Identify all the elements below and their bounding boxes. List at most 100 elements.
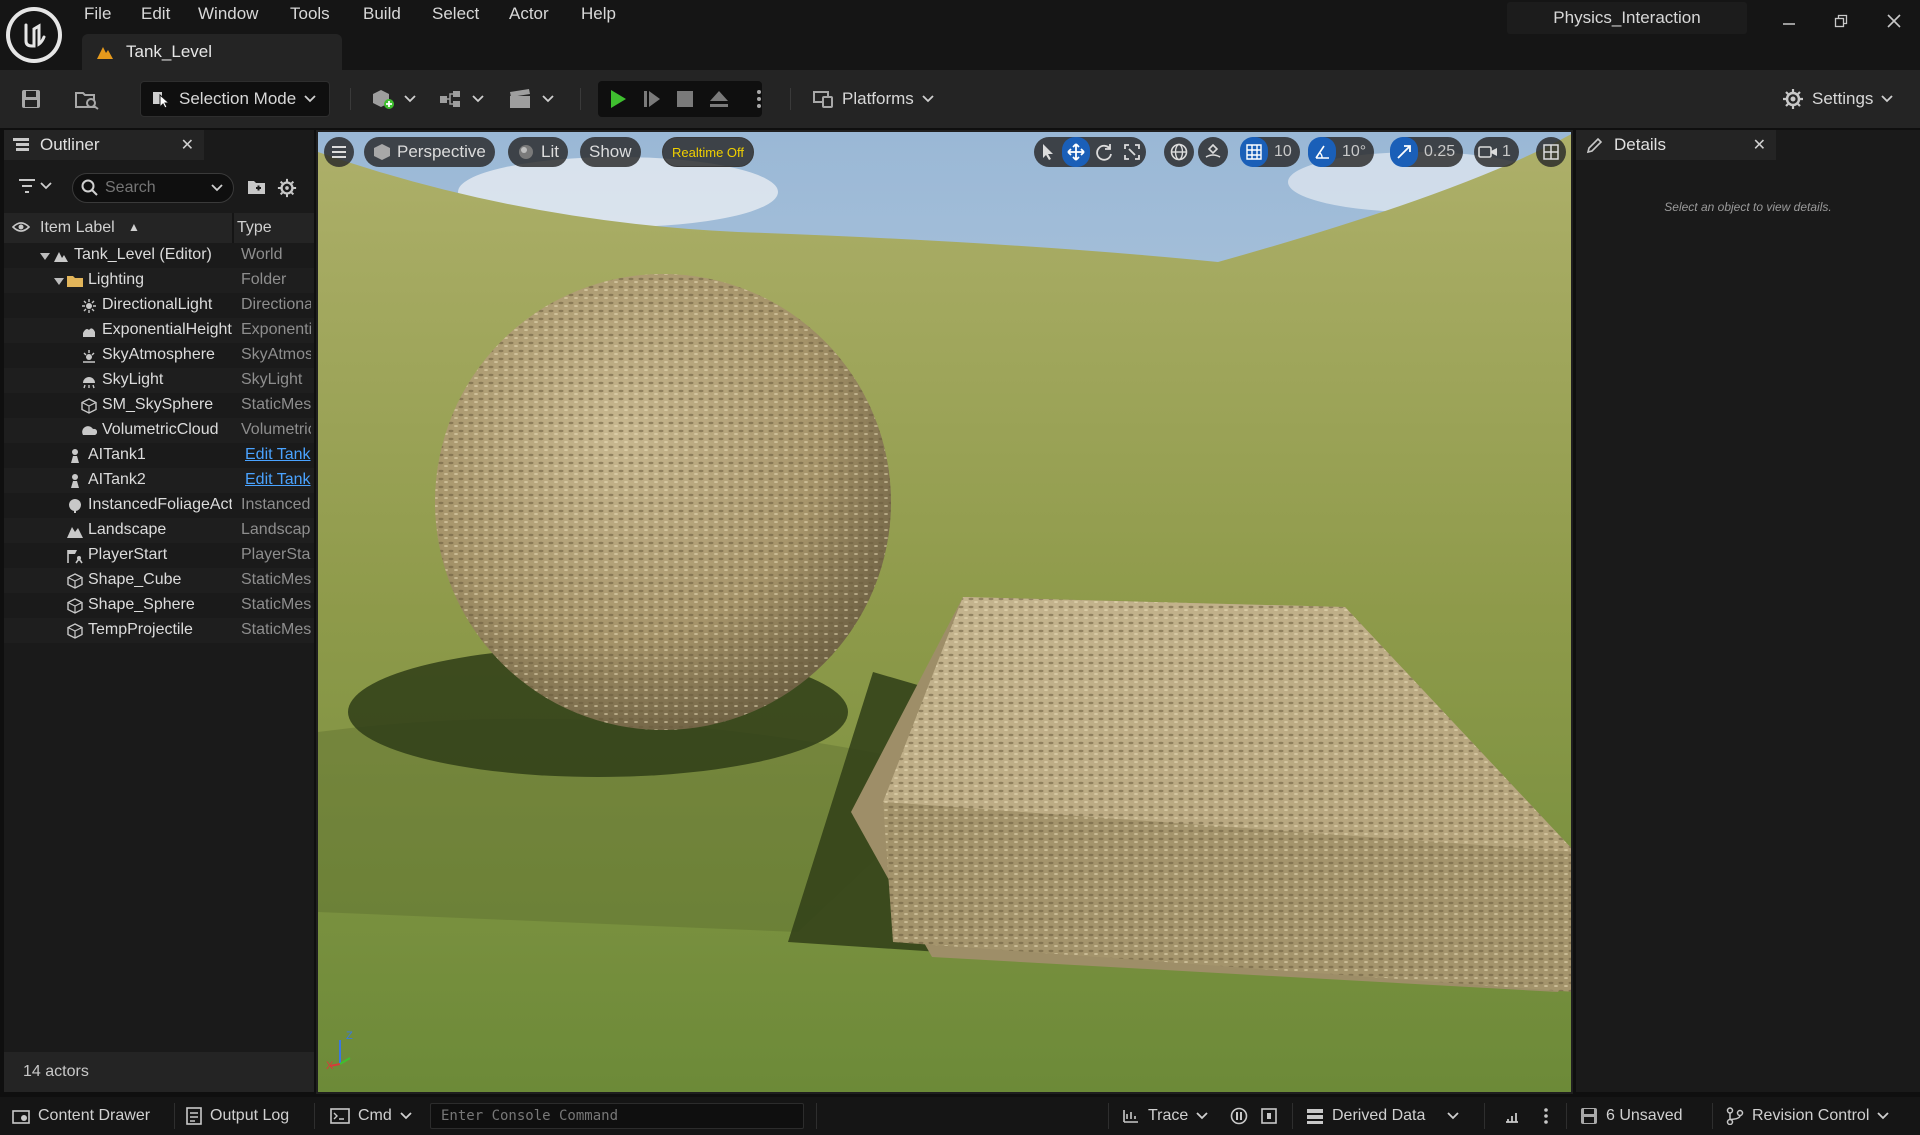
platforms-label: Platforms [842,89,914,108]
filter-icon[interactable] [18,178,52,194]
menu-actor[interactable]: Actor [509,4,549,28]
outliner-row[interactable]: Lighting Folder [4,268,314,293]
outliner-item-label: SM_SkySphere [102,396,214,413]
outliner-row[interactable]: PlayerStart PlayerStart [4,543,314,568]
rotate-icon[interactable] [1090,137,1118,167]
pawn-icon [66,472,84,490]
pawn-icon [66,447,84,465]
scale-snap-control[interactable]: 0.25 [1390,137,1464,167]
outliner-row[interactable]: SkyLight SkyLight [4,368,314,393]
world-local-icon[interactable] [1164,137,1194,167]
translate-icon[interactable] [1062,137,1090,167]
perspective-button[interactable]: Perspective [364,137,495,167]
outliner-row[interactable]: AITank1 Edit Tank [4,443,314,468]
select-arrow-icon[interactable] [1034,137,1062,167]
advance-frame-icon[interactable] [642,88,662,110]
outliner-row[interactable]: AITank2 Edit Tank [4,468,314,493]
revision-control-dropdown[interactable]: Revision Control [1726,1097,1890,1135]
scale-snap-icon[interactable] [1390,137,1418,167]
show-button[interactable]: Show [580,137,641,167]
trace-dropdown[interactable]: Trace [1122,1097,1208,1135]
play-icon[interactable] [608,88,628,110]
scale-icon[interactable] [1118,137,1146,167]
platforms-button[interactable]: Platforms [812,81,934,117]
realtime-label: Realtime Off [672,144,745,160]
viewport-layout-icon[interactable] [1536,137,1566,167]
add-actor-button[interactable] [370,81,416,117]
outliner-row[interactable]: Tank_Level (Editor) World [4,243,314,268]
gear-icon[interactable] [277,178,297,198]
restore-icon[interactable] [1826,8,1856,34]
grid-snap-control[interactable]: 10 [1240,137,1300,167]
blueprint-button[interactable] [438,81,484,117]
rotation-snap-control[interactable]: 10° [1308,137,1375,167]
level-tab[interactable]: Tank_Level [82,34,342,70]
column-item-label[interactable]: Item Label [40,219,115,237]
outliner-row[interactable]: Landscape Landscape [4,518,314,543]
content-drawer-icon [12,1110,30,1124]
outliner-item-label: Shape_Sphere [88,596,195,613]
outliner-row[interactable]: DirectionalLight DirectionalLight [4,293,314,318]
camera-speed-value: 1 [1502,143,1511,160]
edit-blueprint-link[interactable]: Edit Tank [245,446,315,464]
stop-icon[interactable] [676,90,694,108]
level-viewport[interactable]: Perspective Lit Show Realtime Off 10 10°… [316,130,1573,1094]
derived-data-dropdown[interactable]: Derived Data [1306,1097,1460,1135]
rotation-snap-icon[interactable] [1308,137,1336,167]
outliner-row[interactable]: Shape_Cube StaticMeshActor [4,568,314,593]
edit-blueprint-link[interactable]: Edit Tank [245,471,315,489]
more-options-icon[interactable] [1543,1097,1549,1135]
menu-build[interactable]: Build [363,4,401,28]
column-type[interactable]: Type [237,219,272,237]
menu-file[interactable]: File [84,4,111,28]
content-drawer-button[interactable]: Content Drawer [12,1097,150,1135]
lit-button[interactable]: Lit [508,137,568,167]
notifications-icon[interactable] [1503,1097,1521,1135]
outliner-row[interactable]: Shape_Sphere StaticMeshActor [4,593,314,618]
trace-record-icon[interactable] [1230,1097,1248,1135]
play-options-icon[interactable] [756,81,762,117]
viewport-menu-icon[interactable] [324,137,354,167]
close-icon[interactable]: ✕ [181,135,194,155]
outliner-row[interactable]: InstancedFoliageActor InstancedFoliageAct… [4,493,314,518]
outliner-row[interactable]: TempProjectile StaticMeshActor [4,618,314,643]
details-tab[interactable]: Details ✕ [1576,130,1776,160]
chevron-down-icon [1881,95,1894,103]
menu-select[interactable]: Select [432,4,479,28]
menu-edit[interactable]: Edit [141,4,170,28]
outliner-row[interactable]: SkyAtmosphere SkyAtmosphere [4,343,314,368]
close-icon[interactable]: ✕ [1753,135,1766,155]
outliner-item-label: SkyAtmosphere [102,346,215,363]
minimize-icon[interactable] [1774,8,1804,34]
unreal-logo-icon[interactable] [6,7,62,63]
console-command-input[interactable]: Enter Console Command [430,1103,804,1129]
grid-snap-icon[interactable] [1240,137,1268,167]
camera-icon[interactable] [1474,137,1502,167]
trace-snapshot-icon[interactable] [1260,1097,1278,1135]
settings-button[interactable]: Settings [1782,81,1894,117]
add-folder-icon[interactable] [247,178,267,196]
selection-mode-dropdown[interactable]: Selection Mode [140,81,330,117]
outliner-row[interactable]: SM_SkySphere StaticMeshActor [4,393,314,418]
outliner-row[interactable]: ExponentialHeightFog ExponentialHeightFog [4,318,314,343]
realtime-off-badge[interactable]: Realtime Off [662,137,755,167]
surface-snap-icon[interactable] [1198,137,1228,167]
outliner-row[interactable]: VolumetricCloud VolumetricCloud [4,418,314,443]
unsaved-button[interactable]: 6 Unsaved [1580,1097,1683,1135]
menu-window[interactable]: Window [198,4,258,28]
save-icon[interactable] [20,81,42,117]
chevron-down-icon [211,184,223,192]
camera-speed-control[interactable]: 1 [1474,137,1519,167]
menu-help[interactable]: Help [581,4,616,28]
browse-content-icon[interactable] [74,81,100,117]
cmd-dropdown[interactable]: Cmd [330,1097,412,1135]
scene-render[interactable] [318,132,1573,1094]
close-window-icon[interactable] [1879,8,1909,34]
search-input[interactable] [105,179,205,197]
output-log-button[interactable]: Output Log [186,1097,289,1135]
cinematics-button[interactable] [508,81,554,117]
eject-icon[interactable] [708,89,730,109]
outliner-tab[interactable]: Outliner ✕ [4,130,204,160]
visibility-eye-icon[interactable] [12,220,30,234]
menu-tools[interactable]: Tools [290,4,330,28]
